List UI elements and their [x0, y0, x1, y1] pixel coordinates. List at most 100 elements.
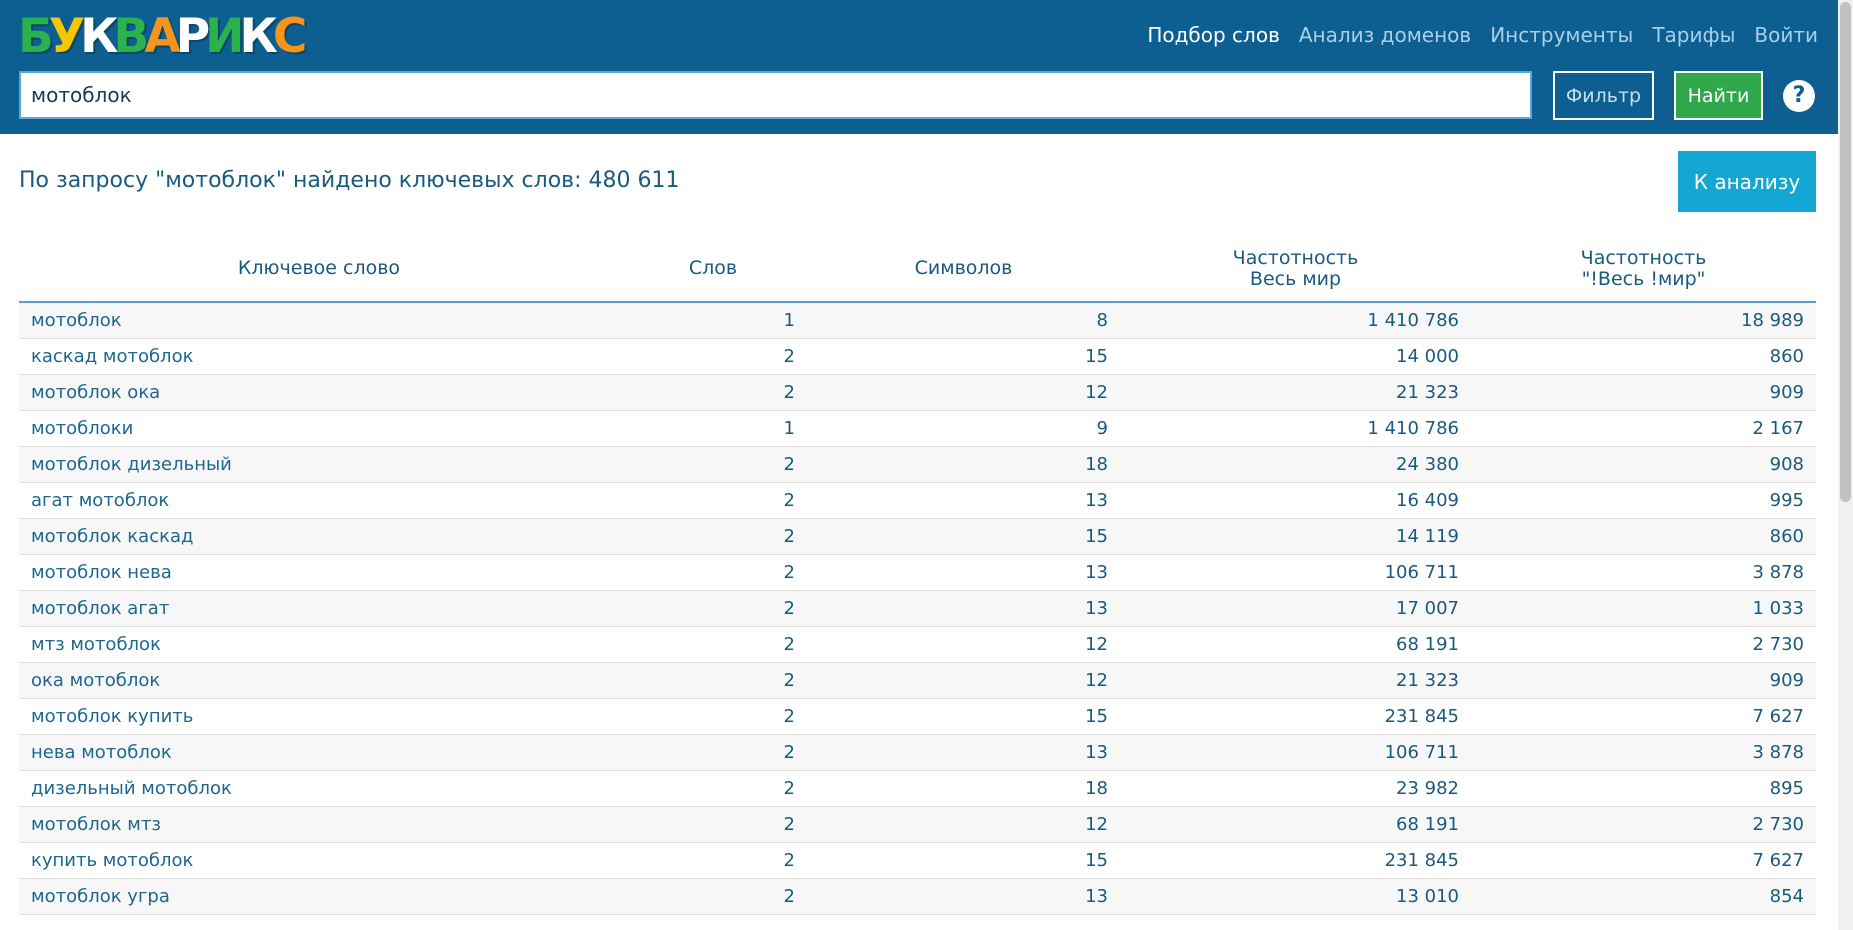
table-row[interactable]: мотоблок угра 2 13 13 010 854 [19, 878, 1816, 915]
cell-chars: 9 [807, 410, 1120, 447]
cell-frequency-exact: 854 [1471, 878, 1816, 915]
column-header-frequency-exact[interactable]: Частотность "!Весь !мир" [1471, 236, 1816, 303]
logo-letter: У [48, 9, 85, 64]
filter-button[interactable]: Фильтр [1553, 71, 1654, 120]
table-row[interactable]: ока мотоблок 2 12 21 323 909 [19, 662, 1816, 699]
table-row[interactable]: мотоблок агат 2 13 17 007 1 033 [19, 590, 1816, 627]
cell-frequency-exact: 2 730 [1471, 806, 1816, 843]
cell-chars: 18 [807, 770, 1120, 807]
cell-frequency-world: 68 191 [1120, 806, 1471, 843]
cell-frequency-exact: 1 033 [1471, 590, 1816, 627]
logo-letter: Р [175, 9, 211, 64]
table-row[interactable]: мотоблок мтз 2 12 68 191 2 730 [19, 806, 1816, 843]
cell-keyword[interactable]: купить мотоблок [19, 842, 619, 879]
cell-words: 2 [619, 374, 807, 411]
cell-frequency-exact: 18 989 [1471, 302, 1816, 339]
keywords-table: Ключевое слово Слов Символов Частотность… [19, 236, 1816, 915]
nav-item-pricing[interactable]: Тарифы [1652, 20, 1735, 50]
cell-keyword[interactable]: мтз мотоблок [19, 626, 619, 663]
cell-words: 2 [619, 518, 807, 555]
cell-words: 2 [619, 806, 807, 843]
cell-chars: 8 [807, 302, 1120, 339]
logo-letter: А [144, 9, 180, 64]
column-header-keyword[interactable]: Ключевое слово [19, 236, 619, 303]
scrollbar-thumb[interactable] [1840, 2, 1851, 502]
cell-words: 2 [619, 338, 807, 375]
cell-keyword[interactable]: нева мотоблок [19, 734, 619, 771]
cell-keyword[interactable]: мотоблок [19, 302, 619, 339]
cell-keyword[interactable]: мотоблок агат [19, 590, 619, 627]
nav-item-keyword-selection[interactable]: Подбор слов [1147, 20, 1280, 50]
bukvariks-logo[interactable]: БУКВАРИКС [18, 9, 307, 64]
cell-keyword[interactable]: мотоблок угра [19, 878, 619, 915]
table-row[interactable]: каскад мотоблок 2 15 14 000 860 [19, 338, 1816, 375]
cell-frequency-exact: 895 [1471, 770, 1816, 807]
cell-words: 2 [619, 698, 807, 735]
table-row[interactable]: купить мотоблок 2 15 231 845 7 627 [19, 842, 1816, 879]
cell-frequency-world: 14 119 [1120, 518, 1471, 555]
table-row[interactable]: мотоблок купить 2 15 231 845 7 627 [19, 698, 1816, 735]
nav-item-tools[interactable]: Инструменты [1490, 20, 1633, 50]
cell-frequency-world: 14 000 [1120, 338, 1471, 375]
table-row[interactable]: нева мотоблок 2 13 106 711 3 878 [19, 734, 1816, 771]
find-button[interactable]: Найти [1674, 71, 1763, 120]
cell-words: 2 [619, 770, 807, 807]
cell-frequency-exact: 2 730 [1471, 626, 1816, 663]
search-input[interactable] [19, 71, 1532, 119]
cell-chars: 13 [807, 554, 1120, 591]
cell-words: 2 [619, 842, 807, 879]
cell-words: 2 [619, 734, 807, 771]
cell-keyword[interactable]: мотоблок дизельный [19, 446, 619, 483]
page-scrollbar[interactable] [1838, 0, 1853, 930]
column-header-words[interactable]: Слов [619, 236, 807, 303]
cell-words: 2 [619, 626, 807, 663]
cell-keyword[interactable]: мотоблок мтз [19, 806, 619, 843]
cell-words: 1 [619, 302, 807, 339]
cell-chars: 13 [807, 590, 1120, 627]
table-row[interactable]: мотоблок каскад 2 15 14 119 860 [19, 518, 1816, 555]
logo-letter: В [113, 9, 150, 64]
cell-keyword[interactable]: дизельный мотоблок [19, 770, 619, 807]
table-row[interactable]: мотоблоки 1 9 1 410 786 2 167 [19, 410, 1816, 447]
cell-keyword[interactable]: ока мотоблок [19, 662, 619, 699]
cell-chars: 13 [807, 878, 1120, 915]
table-row[interactable]: мотоблок дизельный 2 18 24 380 908 [19, 446, 1816, 483]
logo-letter: И [205, 9, 244, 64]
cell-keyword[interactable]: мотоблок нева [19, 554, 619, 591]
nav-item-domain-analysis[interactable]: Анализ доменов [1299, 20, 1471, 50]
to-analysis-button[interactable]: К анализу [1678, 151, 1816, 212]
cell-frequency-world: 24 380 [1120, 446, 1471, 483]
column-header-frequency-world[interactable]: Частотность Весь мир [1120, 236, 1471, 303]
table-row[interactable]: мотоблок нева 2 13 106 711 3 878 [19, 554, 1816, 591]
nav-item-login[interactable]: Войти [1754, 20, 1818, 50]
cell-chars: 15 [807, 338, 1120, 375]
cell-chars: 12 [807, 626, 1120, 663]
cell-frequency-world: 21 323 [1120, 374, 1471, 411]
main-nav: Подбор слов Анализ доменов Инструменты Т… [1147, 20, 1818, 50]
table-row[interactable]: мотоблок ока 2 12 21 323 909 [19, 374, 1816, 411]
column-header-chars[interactable]: Символов [807, 236, 1120, 303]
cell-chars: 15 [807, 698, 1120, 735]
cell-keyword[interactable]: агат мотоблок [19, 482, 619, 519]
cell-frequency-exact: 908 [1471, 446, 1816, 483]
cell-frequency-world: 106 711 [1120, 734, 1471, 771]
cell-frequency-world: 21 323 [1120, 662, 1471, 699]
cell-words: 1 [619, 410, 807, 447]
table-header-row: Ключевое слово Слов Символов Частотность… [19, 236, 1816, 303]
cell-frequency-exact: 995 [1471, 482, 1816, 519]
cell-keyword[interactable]: мотоблок каскад [19, 518, 619, 555]
cell-chars: 13 [807, 734, 1120, 771]
cell-keyword[interactable]: мотоблоки [19, 410, 619, 447]
table-row[interactable]: дизельный мотоблок 2 18 23 982 895 [19, 770, 1816, 807]
cell-keyword[interactable]: каскад мотоблок [19, 338, 619, 375]
cell-words: 2 [619, 590, 807, 627]
cell-keyword[interactable]: мотоблок купить [19, 698, 619, 735]
cell-chars: 12 [807, 806, 1120, 843]
cell-keyword[interactable]: мотоблок ока [19, 374, 619, 411]
cell-chars: 15 [807, 518, 1120, 555]
table-row[interactable]: мотоблок 1 8 1 410 786 18 989 [19, 302, 1816, 339]
table-row[interactable]: агат мотоблок 2 13 16 409 995 [19, 482, 1816, 519]
table-row[interactable]: мтз мотоблок 2 12 68 191 2 730 [19, 626, 1816, 663]
table-body: мотоблок 1 8 1 410 786 18 989 каскад мотоблок… [19, 302, 1816, 915]
help-icon[interactable]: ? [1783, 80, 1815, 112]
